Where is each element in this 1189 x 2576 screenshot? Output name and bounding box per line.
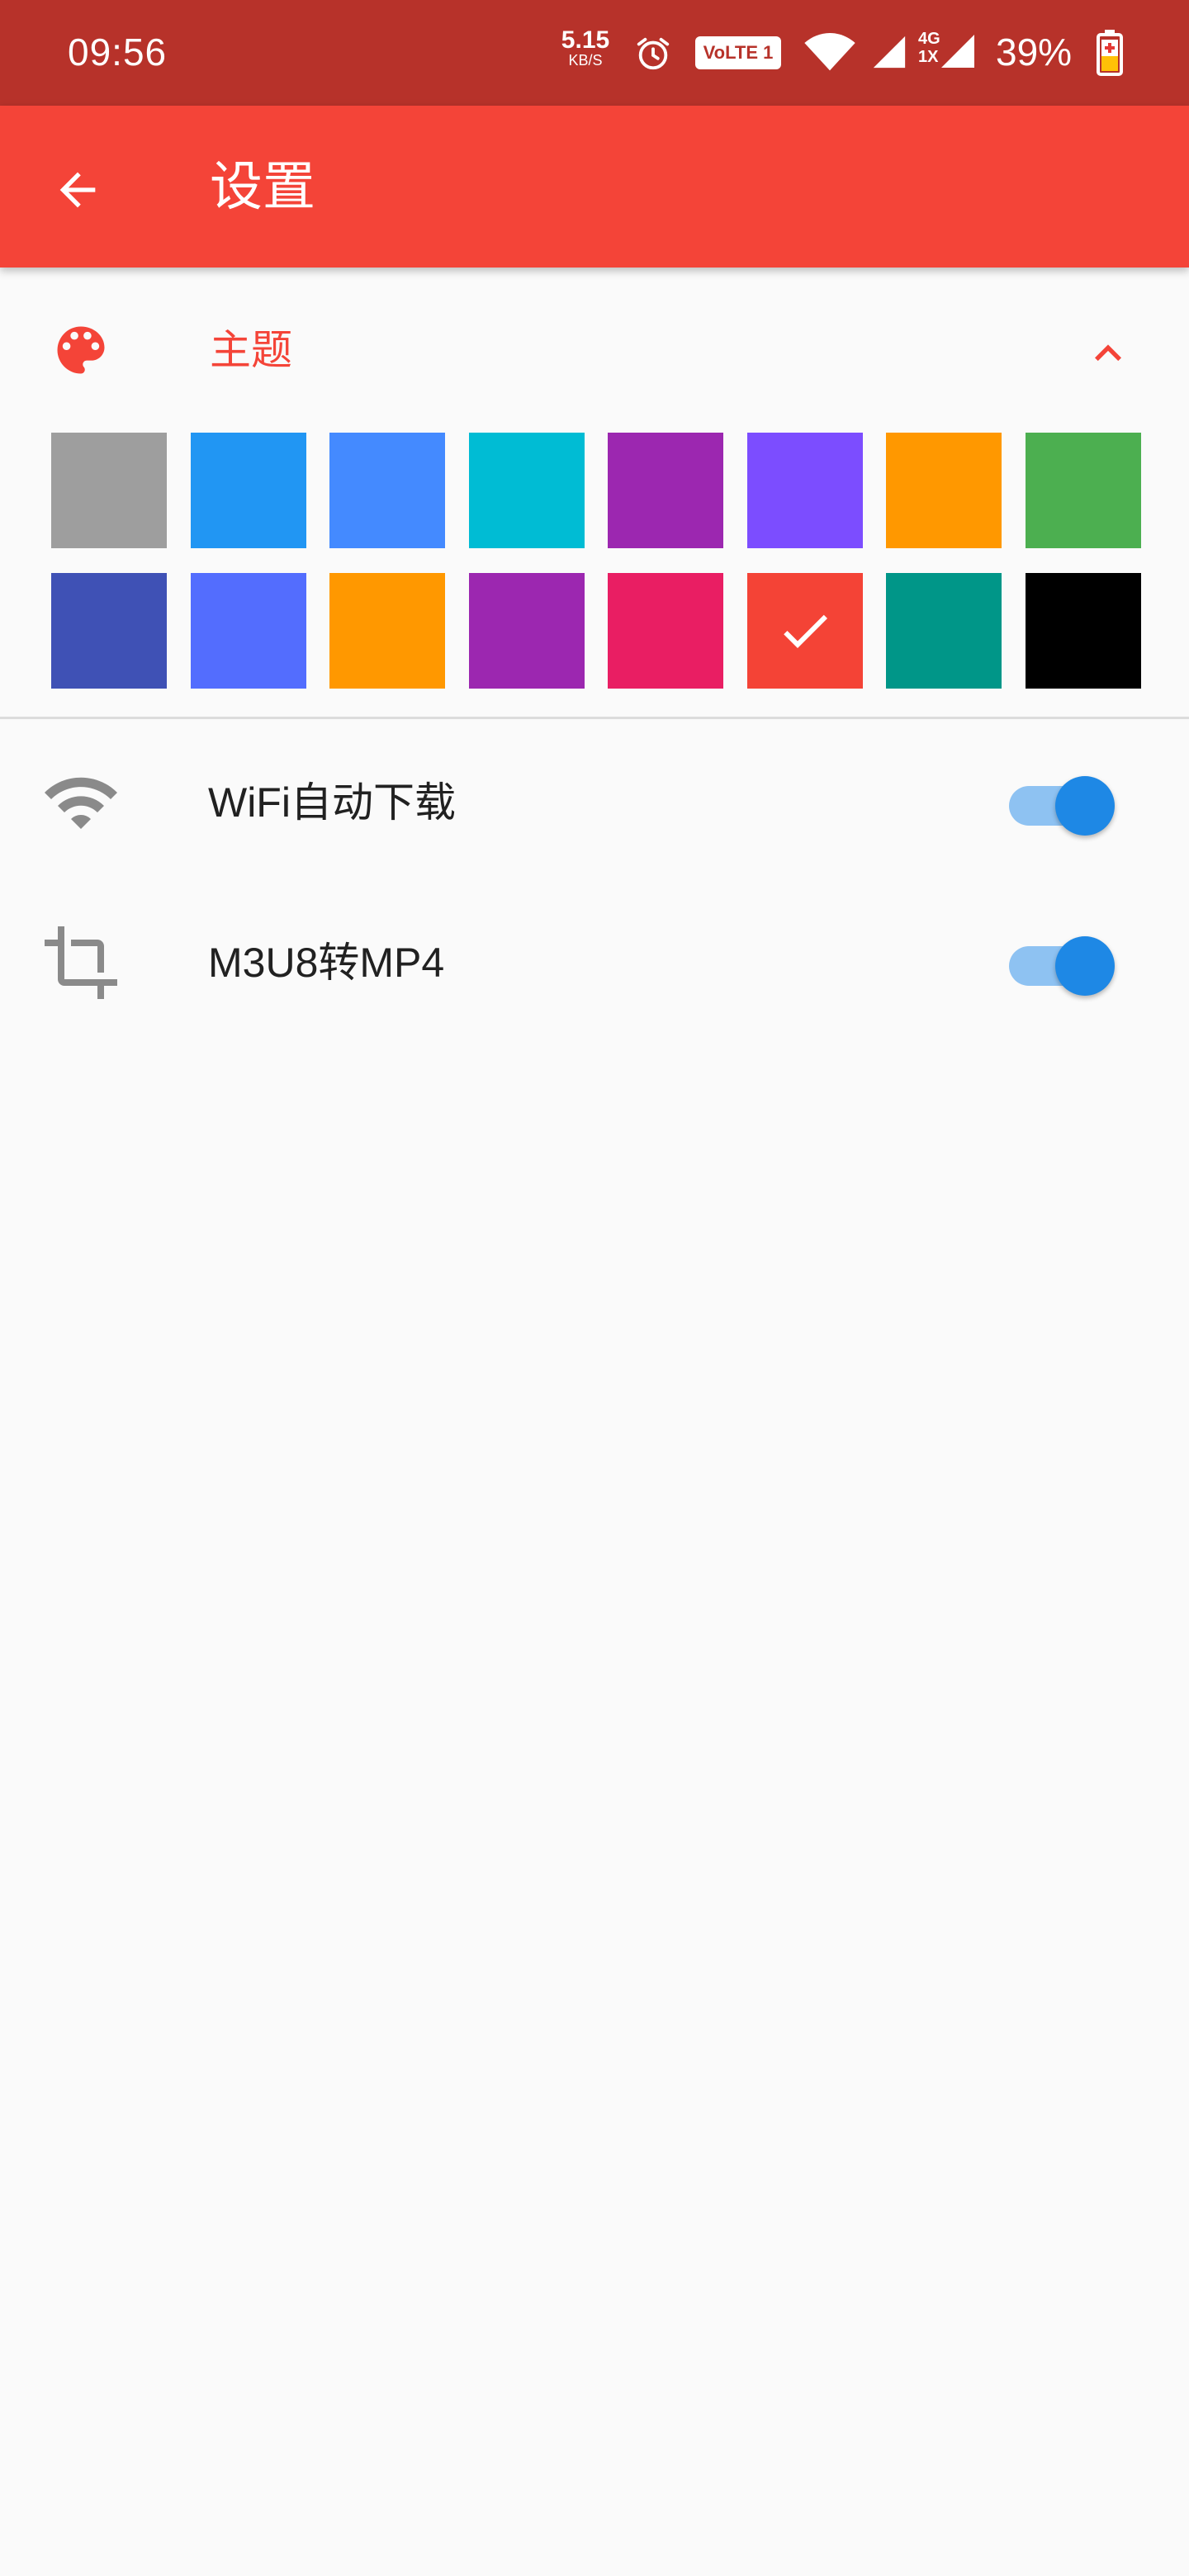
setting-row-wifi-download[interactable]: WiFi自动下载 [0,722,1189,883]
crop-icon [45,926,117,999]
setting-label: WiFi自动下载 [208,779,456,826]
theme-swatch[interactable] [608,433,723,548]
section-divider [0,717,1189,719]
toggle-thumb [1055,776,1115,836]
network-speed-value: 5.15 [561,26,610,54]
setting-label: M3U8转MP4 [208,940,445,986]
battery-charging-icon [1097,30,1123,76]
app-bar: 设置 [0,106,1189,268]
theme-swatch[interactable] [329,433,445,548]
m3u8-convert-toggle[interactable] [1009,930,1116,996]
theme-label: 主题 [210,326,292,374]
theme-swatch[interactable] [468,433,585,548]
network-speed: 5.15 KB/S [560,26,611,69]
theme-swatch[interactable] [329,573,445,689]
signal-icon [941,35,974,68]
check-icon [783,614,827,648]
wifi-download-toggle[interactable] [1009,769,1116,836]
theme-swatch[interactable] [1025,433,1141,548]
battery-percent: 39% [996,31,1073,73]
theme-swatch[interactable] [51,433,167,548]
theme-swatch[interactable] [886,573,1002,689]
setting-row-m3u8-convert[interactable]: M3U8转MP4 [0,883,1189,1045]
volte-badge: VoLTE 1 [695,36,781,69]
theme-swatch[interactable] [190,573,306,689]
theme-swatch[interactable] [886,433,1002,548]
back-button[interactable] [48,160,107,220]
signal-icon-secondary: 4G 1X [918,30,978,74]
wifi-icon [804,33,855,71]
network-type: 4G 1X [918,30,940,66]
theme-swatch[interactable] [1025,573,1141,689]
chevron-up-icon[interactable] [1082,327,1135,380]
theme-swatch[interactable] [746,433,863,548]
toggle-thumb [1055,936,1115,996]
network-speed-unit: KB/S [568,52,603,69]
theme-swatch[interactable] [468,573,585,689]
arrow-back-icon [59,172,96,208]
status-bar: 09:56 5.15 KB/S VoLTE 1 4G 1X 39% [0,0,1189,106]
alarm-icon [637,37,670,70]
status-time: 09:56 [68,31,168,73]
theme-swatch[interactable] [190,433,306,548]
theme-section-header[interactable]: 主题 [0,269,1189,434]
wifi-icon [45,777,117,829]
theme-swatch[interactable] [608,573,723,689]
page-title: 设置 [210,157,315,218]
signal-icon [873,36,906,69]
theme-swatch[interactable] [51,573,167,689]
theme-swatch-selected[interactable] [746,573,863,689]
palette-icon [57,326,105,374]
